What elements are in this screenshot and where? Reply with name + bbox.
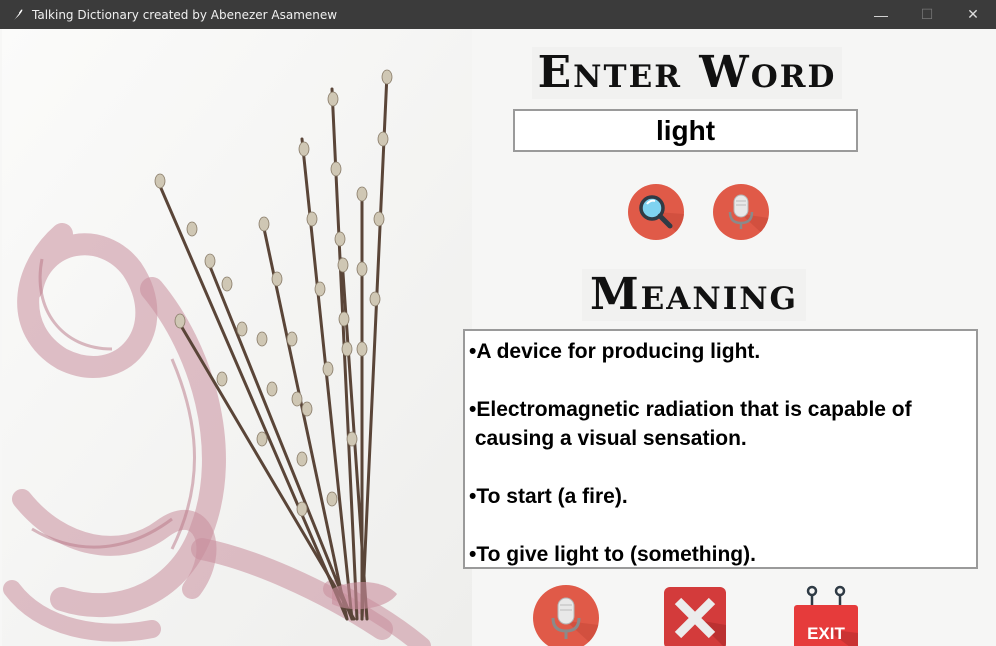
enter-word-heading: Enter Word — [532, 47, 842, 99]
minimize-button[interactable]: — — [858, 0, 904, 29]
exit-sign-icon: EXIT — [794, 585, 858, 646]
meaning-line — [469, 366, 976, 395]
close-x-icon — [664, 587, 726, 646]
window-titlebar: Talking Dictionary created by Abenezer A… — [0, 0, 996, 29]
meaning-line: •To give light to (something). — [469, 543, 756, 566]
window-title: Talking Dictionary created by Abenezer A… — [32, 7, 338, 22]
magnifier-icon — [639, 195, 684, 240]
maximize-button[interactable]: ☐ — [904, 0, 950, 29]
meaning-textbox[interactable]: •A device for producing light. •Electrom… — [463, 329, 978, 569]
close-button[interactable]: ✕ — [950, 0, 996, 29]
meaning-line — [469, 511, 976, 540]
voice-input-button[interactable] — [713, 184, 769, 240]
app-window: Enter Word Meaning •A device for produci… — [2, 29, 996, 646]
background-photo — [2, 29, 472, 646]
search-button[interactable] — [628, 184, 684, 240]
exit-label: EXIT — [807, 624, 845, 643]
meaning-heading: Meaning — [582, 269, 806, 321]
meaning-line: •Electromagnetic radiation that is capab… — [469, 398, 912, 421]
clear-button[interactable] — [662, 585, 728, 646]
meaning-line — [469, 453, 976, 482]
feather-icon — [12, 9, 23, 21]
microphone-icon — [551, 597, 599, 646]
meaning-line: •To start (a fire). — [469, 485, 628, 508]
exit-button[interactable]: EXIT — [792, 583, 860, 646]
microphone-icon — [728, 194, 769, 240]
word-input[interactable] — [513, 109, 858, 152]
speak-button[interactable] — [533, 585, 599, 646]
meaning-line: causing a visual sensation. — [469, 427, 747, 450]
meaning-line: •A device for producing light. — [469, 340, 761, 363]
